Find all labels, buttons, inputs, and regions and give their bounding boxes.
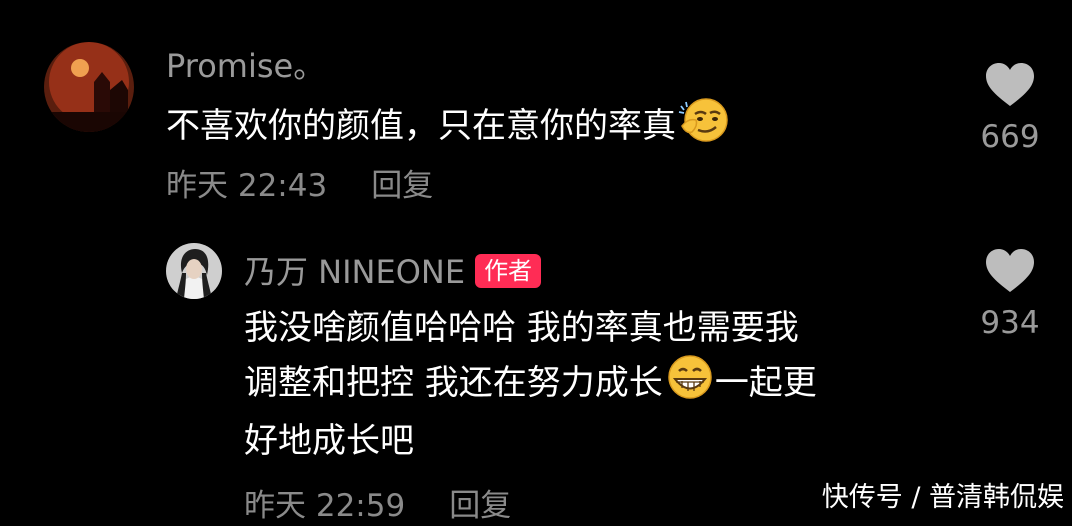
comment-text-line: 不喜欢你的颜值，只在意你的率真 [166, 106, 676, 146]
timestamp: 昨天 22:59 [244, 488, 406, 524]
smirk-emoji-icon [678, 96, 730, 159]
reply-button[interactable]: 回复 [449, 488, 511, 524]
like-button[interactable]: 934 [965, 248, 1055, 342]
comment-meta: 昨天 22:59 回复 [244, 486, 511, 526]
username: 乃万 NINEONE 作者 [244, 252, 542, 292]
author-badge: 作者 [475, 254, 542, 288]
comment-text-segment: 调整和把控 我还在努力成长 [244, 363, 663, 403]
comment-text-segment: 一起更 [714, 363, 817, 403]
username-text[interactable]: 乃万 NINEONE [244, 253, 465, 291]
grinning-emoji-icon [665, 354, 715, 415]
reply-button[interactable]: 回复 [371, 168, 433, 204]
username[interactable]: Promise。 [166, 46, 325, 86]
comment-text: 不喜欢你的颜值，只在意你的率真 [166, 96, 730, 159]
avatar[interactable] [166, 243, 222, 299]
comment-text-line: 我没啥颜值哈哈哈 我的率真也需要我 [244, 308, 799, 348]
heart-icon [986, 249, 1034, 292]
comment-text-line: 调整和把控 我还在努力成长 一起更 [244, 354, 817, 415]
like-count: 669 [980, 119, 1040, 155]
like-button[interactable]: 669 [965, 62, 1055, 156]
comment-text: 我没啥颜值哈哈哈 我的率真也需要我 调整和把控 我还在努力成长 一起更 好地成长… [244, 302, 817, 467]
timestamp: 昨天 22:43 [166, 168, 328, 204]
comment-meta: 昨天 22:43 回复 [166, 166, 433, 206]
watermark: 快传号 / 普清韩侃娱 [821, 482, 1064, 513]
comment-text-line: 好地成长吧 [244, 421, 414, 461]
avatar[interactable] [44, 42, 134, 132]
like-count: 934 [980, 305, 1040, 341]
heart-icon [986, 63, 1034, 106]
